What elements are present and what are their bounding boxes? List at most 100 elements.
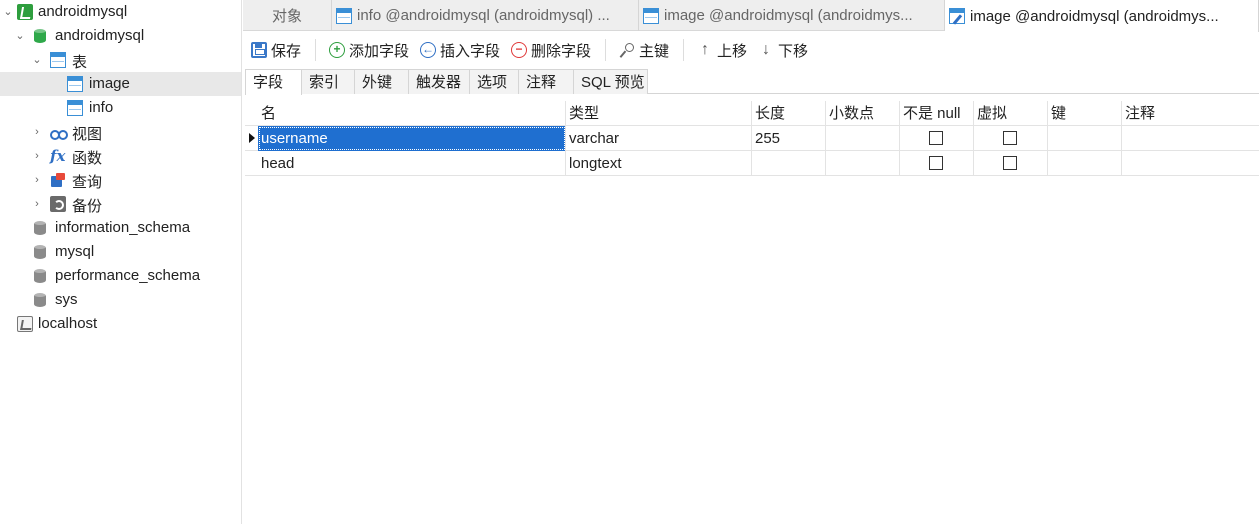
- tree-database-information-schema[interactable]: information_schema: [0, 216, 241, 240]
- tab-label: info @androidmysql (androidmysql) ...: [357, 7, 610, 24]
- subtab-comments[interactable]: 注释: [518, 69, 574, 94]
- table-row[interactable]: head longtext: [245, 151, 1259, 176]
- chevron-right-icon[interactable]: ›: [31, 126, 43, 138]
- not-null-checkbox[interactable]: [929, 131, 943, 145]
- chevron-down-icon[interactable]: ⌄: [2, 6, 14, 18]
- chevron-right-icon[interactable]: ›: [31, 174, 43, 186]
- tree-label: 查询: [72, 174, 103, 191]
- tree-database-sys[interactable]: sys: [0, 288, 241, 312]
- tree-folder-tables[interactable]: ⌄ 表: [0, 48, 241, 72]
- table-design-icon: [949, 8, 965, 24]
- backup-icon: [50, 196, 66, 212]
- tree-label: image: [89, 75, 130, 92]
- subtab-indexes[interactable]: 索引: [301, 69, 355, 94]
- tree-folder-backups[interactable]: › 备份: [0, 192, 241, 216]
- tree-database-mysql[interactable]: mysql: [0, 240, 241, 264]
- field-name-cell[interactable]: head: [258, 151, 566, 176]
- tree-folder-queries[interactable]: › 查询: [0, 168, 241, 192]
- column-header-decimals[interactable]: 小数点: [826, 101, 900, 126]
- tree-table-image[interactable]: image: [0, 72, 241, 96]
- connection-icon: [17, 316, 33, 332]
- chevron-right-icon[interactable]: ›: [31, 198, 43, 210]
- tree-database-performance-schema[interactable]: performance_schema: [0, 264, 241, 288]
- field-decimals-cell[interactable]: [826, 126, 900, 151]
- table-icon: [643, 7, 659, 24]
- table-icon: [67, 76, 83, 92]
- tree-label: androidmysql: [55, 27, 145, 44]
- chevron-right-icon[interactable]: ›: [31, 150, 43, 162]
- tab-image-table[interactable]: image @androidmysql (androidmys...: [639, 0, 945, 31]
- column-header-key[interactable]: 键: [1048, 101, 1122, 126]
- toolbar-divider: [605, 39, 606, 61]
- app-window: ⌄ androidmysql ⌄ androidmysql ⌄ 表 image …: [0, 0, 1259, 524]
- tree-folder-functions[interactable]: › fx 函数: [0, 144, 241, 168]
- move-down-button[interactable]: ↓ 下移: [758, 40, 808, 60]
- table-icon: [67, 100, 83, 116]
- delete-field-button[interactable]: − 删除字段: [511, 40, 591, 60]
- field-virtual-cell: [974, 151, 1048, 176]
- tab-label: 对象: [271, 8, 302, 25]
- insert-field-button[interactable]: ← 插入字段: [420, 40, 500, 60]
- primary-key-button[interactable]: 主键: [619, 40, 669, 60]
- tab-info-table[interactable]: info @androidmysql (androidmysql) ...: [332, 0, 639, 31]
- column-header-type[interactable]: 类型: [566, 101, 752, 126]
- tab-label: image @androidmysql (androidmys...: [970, 7, 1219, 25]
- chevron-down-icon[interactable]: ⌄: [31, 54, 43, 66]
- virtual-checkbox[interactable]: [1003, 131, 1017, 145]
- field-not-null-cell: [900, 151, 974, 176]
- key-icon: [619, 42, 635, 58]
- column-header-length[interactable]: 长度: [752, 101, 826, 126]
- tree-label: info: [89, 99, 114, 116]
- column-header-name[interactable]: 名: [258, 101, 566, 126]
- subtab-sql-preview[interactable]: SQL 预览: [573, 69, 648, 94]
- tree-database-androidmysql[interactable]: ⌄ androidmysql: [0, 24, 241, 48]
- table-folder-icon: [50, 52, 66, 68]
- field-decimals-cell[interactable]: [826, 151, 900, 176]
- field-length-cell[interactable]: 255: [752, 126, 826, 151]
- column-header-not-null[interactable]: 不是 null: [900, 101, 974, 126]
- tree-label: 备份: [72, 198, 103, 215]
- database-icon: [32, 28, 48, 44]
- field-type-cell[interactable]: varchar: [566, 126, 752, 151]
- subtab-foreign-keys[interactable]: 外键: [354, 69, 409, 94]
- subtab-options[interactable]: 选项: [469, 69, 519, 94]
- not-null-checkbox[interactable]: [929, 156, 943, 170]
- tree-label: 函数: [72, 150, 103, 167]
- column-header-virtual[interactable]: 虚拟: [974, 101, 1048, 126]
- tree-label: 视图: [72, 126, 103, 143]
- connection-icon: [17, 4, 33, 20]
- tree-folder-views[interactable]: › 视图: [0, 120, 241, 144]
- field-length-cell[interactable]: [752, 151, 826, 176]
- tree-table-info[interactable]: info: [0, 96, 241, 120]
- subtab-triggers[interactable]: 触发器: [408, 69, 470, 94]
- query-icon: [50, 172, 66, 188]
- field-key-cell[interactable]: [1048, 126, 1122, 151]
- tree-label: sys: [55, 291, 78, 308]
- insert-arrow-icon: ←: [420, 42, 436, 58]
- toolbar-divider: [315, 39, 316, 61]
- toolbar-divider: [683, 39, 684, 61]
- plus-circle-icon: +: [329, 42, 345, 58]
- design-toolbar: 保存 + 添加字段 ← 插入字段 − 删除字段 主键 ↑ 上移 ↓ 下移: [243, 32, 1259, 68]
- table-row[interactable]: username varchar 255: [245, 126, 1259, 151]
- tab-objects[interactable]: 对象: [243, 0, 332, 31]
- tree-connection-androidmysql[interactable]: ⌄ androidmysql: [0, 0, 241, 24]
- field-name-cell[interactable]: username: [258, 126, 566, 151]
- add-field-button[interactable]: + 添加字段: [329, 40, 409, 60]
- save-button[interactable]: 保存: [251, 40, 301, 60]
- field-key-cell[interactable]: [1048, 151, 1122, 176]
- tree-label: androidmysql: [38, 3, 128, 20]
- tree-connection-localhost[interactable]: localhost: [0, 312, 241, 336]
- subtab-fields[interactable]: 字段: [245, 69, 302, 95]
- field-comment-cell[interactable]: [1122, 126, 1259, 151]
- column-header-comment[interactable]: 注释: [1122, 101, 1259, 126]
- field-comment-cell[interactable]: [1122, 151, 1259, 176]
- design-subtabs: 字段 索引 外键 触发器 选项 注释 SQL 预览: [245, 69, 1259, 95]
- field-type-cell[interactable]: longtext: [566, 151, 752, 176]
- tab-image-design[interactable]: image @androidmysql (androidmys...: [945, 0, 1259, 32]
- move-up-button[interactable]: ↑ 上移: [697, 40, 747, 60]
- chevron-down-icon[interactable]: ⌄: [14, 30, 26, 42]
- save-icon: [251, 42, 267, 58]
- virtual-checkbox[interactable]: [1003, 156, 1017, 170]
- grid-header: 名 类型 长度 小数点 不是 null 虚拟 键 注释: [245, 101, 1259, 126]
